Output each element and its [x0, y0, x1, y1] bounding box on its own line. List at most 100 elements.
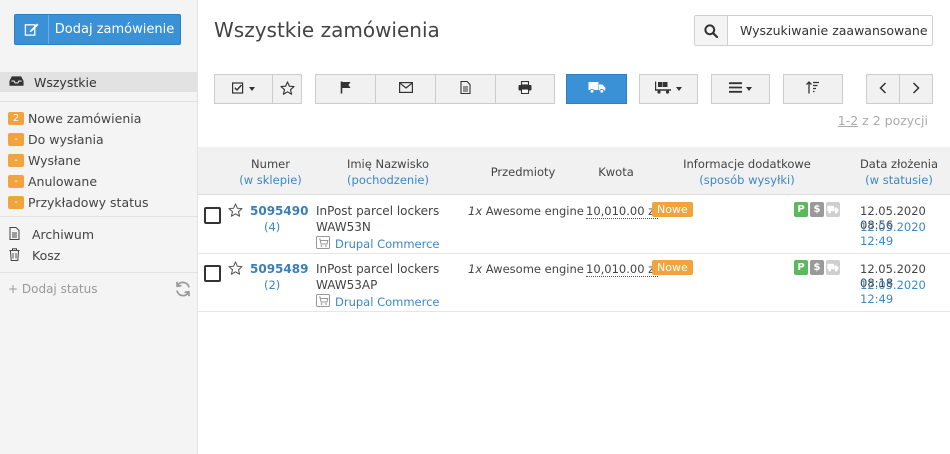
status-date: 12.05.2020 12:49 [860, 278, 926, 306]
sidebar-item-status-example[interactable]: - Przykładowy status [8, 192, 193, 213]
column-subtitle: (w sklepie) [239, 173, 302, 187]
chevron-right-icon [912, 81, 920, 97]
count-badge: 2 [8, 112, 24, 125]
column-title: Numer [251, 157, 290, 171]
order-amount: 10,010.00 zł [586, 204, 658, 219]
divider [0, 216, 197, 217]
item-quantity: 1x [468, 204, 483, 218]
checkbox-icon [232, 81, 245, 97]
column-subtitle: (sposób wysyłki) [699, 173, 795, 187]
print-button[interactable] [495, 74, 555, 104]
count-badge: - [8, 154, 24, 167]
count-badge: - [8, 175, 24, 188]
add-order-button[interactable]: Dodaj zamówienie [14, 14, 181, 45]
advanced-search[interactable]: Wyszukiwanie zaawansowane [694, 15, 933, 46]
column-title: Kwota [598, 165, 634, 179]
sidebar: Dodaj zamówienie Wszystkie 2 Nowe zamówi… [0, 0, 198, 454]
sidebar-item-label: Do wysłania [28, 132, 104, 147]
sidebar-item-status-cancelled[interactable]: - Anulowane [8, 171, 193, 192]
item-name: Awesome engine [482, 204, 584, 218]
column-title: Data złożenia [859, 157, 939, 171]
column-header-info[interactable]: Informacje dodatkowe (sposób wysyłki) [682, 156, 812, 188]
order-number-link[interactable]: 5095490 [250, 204, 308, 218]
status-badge: Nowe [652, 260, 693, 275]
order-source[interactable]: Drupal Commerce [316, 236, 440, 252]
order-items: 1x Awesome engine [468, 204, 584, 218]
row-checkbox[interactable] [204, 207, 221, 224]
cart-icon [316, 294, 330, 310]
favorite-button[interactable] [272, 74, 302, 104]
shipping-button[interactable] [566, 74, 627, 104]
info-icons: P $ [794, 260, 840, 275]
payment-icon: $ [810, 260, 824, 275]
status-list: 2 Nowe zamówienia - Do wysłania - Wysłan… [8, 108, 193, 213]
chevron-down-icon [249, 87, 255, 91]
main-content: Wszystkie zamówienia Wyszukiwanie zaawan… [198, 0, 950, 454]
sidebar-item-archive[interactable]: Archiwum [9, 224, 94, 245]
add-order-label: Dodaj zamówienie [54, 22, 175, 37]
table-row[interactable]: 5095489 (2) InPost parcel lockers WAW53A… [198, 254, 950, 312]
count-badge: - [8, 133, 24, 146]
misc-list: Archiwum Kosz [9, 224, 94, 266]
sort-button[interactable] [783, 74, 843, 104]
refresh-icon[interactable] [174, 280, 192, 301]
order-source-label: Drupal Commerce [335, 237, 440, 251]
add-status-link[interactable]: + Dodaj status [8, 282, 97, 296]
page-title: Wszystkie zamówienia [214, 18, 440, 42]
select-dropdown-button[interactable] [214, 74, 273, 104]
sidebar-item-status-shipped[interactable]: - Wysłane [8, 150, 193, 171]
column-subtitle: (w statusie) [865, 173, 933, 187]
advanced-search-label: Wyszukiwanie zaawansowane [740, 23, 928, 38]
star-icon[interactable] [228, 261, 243, 278]
status-badge: Nowe [652, 202, 693, 217]
column-header-name[interactable]: Imię Nazwisko (pochodzenie) [328, 156, 448, 188]
chevron-down-icon [746, 87, 752, 91]
pagination-range[interactable]: 1-2 [838, 113, 858, 128]
column-header-amount[interactable]: Kwota [586, 164, 646, 180]
item-quantity: 1x [468, 262, 483, 276]
document-button[interactable] [435, 74, 496, 104]
sidebar-item-label: Nowe zamówienia [28, 111, 142, 126]
truck-icon [588, 81, 606, 97]
document-icon [460, 80, 471, 97]
divider [0, 101, 197, 102]
flag-button[interactable] [315, 74, 376, 104]
truck-icon [826, 202, 840, 217]
column-subtitle: (pochodzenie) [347, 173, 429, 187]
pagination-info: 1-2 z 2 pozycji [838, 113, 928, 128]
sidebar-item-status-to-ship[interactable]: - Do wysłania [8, 129, 193, 150]
sidebar-item-label: Wysłane [28, 153, 81, 168]
truck-icon [826, 260, 840, 275]
divider [0, 272, 197, 273]
prev-page-button[interactable] [866, 74, 900, 104]
sidebar-item-status-new[interactable]: 2 Nowe zamówienia [8, 108, 193, 129]
cart-icon [316, 236, 330, 252]
document-icon [9, 226, 20, 243]
column-title: Informacje dodatkowe [683, 157, 811, 171]
sort-icon [806, 81, 820, 97]
star-icon[interactable] [228, 203, 243, 220]
table-header: Numer (w sklepie) Imię Nazwisko (pochodz… [198, 147, 950, 195]
warehouse-dropdown-button[interactable] [639, 74, 698, 104]
printer-icon [518, 80, 532, 97]
search-icon[interactable] [695, 16, 728, 45]
table-row[interactable]: 5095490 (4) InPost parcel lockers WAW53N… [198, 196, 950, 254]
paid-icon: P [794, 202, 808, 217]
flag-icon [340, 81, 352, 97]
order-number-link[interactable]: 5095489 [250, 262, 308, 276]
menu-dropdown-button[interactable] [711, 74, 770, 104]
delivery-method: InPost parcel lockers [316, 262, 440, 276]
order-source[interactable]: Drupal Commerce [316, 294, 440, 310]
next-page-button[interactable] [899, 74, 933, 104]
item-name: Awesome engine [482, 262, 584, 276]
sidebar-item-all[interactable]: Wszystkie [0, 72, 197, 92]
email-button[interactable] [375, 74, 436, 104]
column-header-items[interactable]: Przedmioty [478, 164, 568, 180]
row-checkbox[interactable] [204, 265, 221, 282]
order-items: 1x Awesome engine [468, 262, 584, 276]
sidebar-item-label: Wszystkie [34, 74, 97, 90]
column-header-date[interactable]: Data złożenia (w statusie) [856, 156, 942, 188]
sidebar-item-trash[interactable]: Kosz [9, 245, 94, 266]
column-title: Przedmioty [490, 165, 556, 179]
column-header-number[interactable]: Numer (w sklepie) [232, 156, 309, 188]
